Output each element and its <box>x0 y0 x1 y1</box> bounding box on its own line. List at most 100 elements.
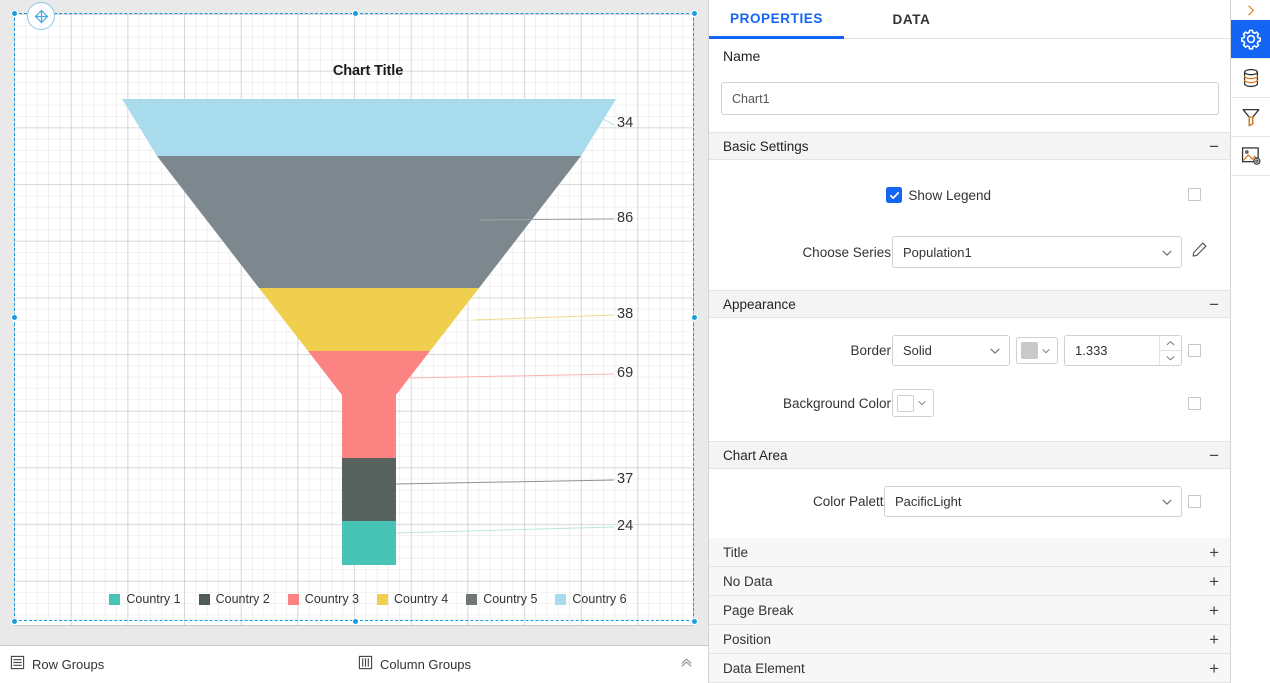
chevron-down-icon <box>1161 247 1172 258</box>
section-no-data-collapsed[interactable]: No Data + <box>709 567 1230 596</box>
name-input[interactable] <box>721 82 1219 115</box>
funnel-svg <box>122 99 616 565</box>
design-surface[interactable]: Chart Title 34 86 38 69 37 24 Country 1 … <box>0 0 708 645</box>
expand-toggle-icon[interactable]: + <box>1209 602 1219 619</box>
groups-bottom-bar: Row Groups Column Groups <box>0 645 708 683</box>
funnel-segment-country1[interactable] <box>342 521 396 565</box>
row-show-legend: Show Legend <box>709 185 1230 205</box>
section-page-break-collapsed[interactable]: Page Break + <box>709 596 1230 625</box>
legend-swatch-icon <box>109 593 121 605</box>
callout-line-37 <box>395 479 615 485</box>
data-label-1: 34 <box>617 115 634 131</box>
tab-properties[interactable]: PROPERTIES <box>709 0 844 39</box>
section-label: Page Break <box>723 602 794 618</box>
funnel-segment-country5[interactable] <box>157 156 581 288</box>
legend-label: Country 4 <box>394 592 449 606</box>
legend-swatch-icon <box>466 593 478 605</box>
choose-series-value: Population1 <box>903 244 972 260</box>
background-color-expression-checkbox[interactable] <box>1188 397 1201 410</box>
chart-legend[interactable]: Country 1 Country 2 Country 3 Country 4 <box>30 592 706 606</box>
legend-swatch-icon <box>198 593 210 605</box>
data-label-4: 69 <box>617 365 634 381</box>
legend-swatch-icon <box>287 593 299 605</box>
callout-line-24 <box>395 526 615 534</box>
callout-line-69 <box>409 373 615 379</box>
image-settings-icon[interactable] <box>1231 137 1270 176</box>
legend-swatch-icon <box>555 593 567 605</box>
section-label: Position <box>723 631 772 647</box>
funnel-segment-country2[interactable] <box>342 458 396 521</box>
stepper-up-icon[interactable] <box>1160 336 1181 351</box>
section-label: No Data <box>723 573 773 589</box>
section-chart-area-header[interactable]: Chart Area − <box>709 441 1230 469</box>
gear-icon[interactable] <box>1231 20 1270 59</box>
legend-item-country1[interactable]: Country 1 <box>109 592 181 606</box>
data-label-6: 24 <box>617 518 634 534</box>
border-style-select[interactable]: Solid <box>892 335 1010 366</box>
tab-data[interactable]: DATA <box>844 0 979 39</box>
legend-label: Country 5 <box>483 592 538 606</box>
legend-item-country5[interactable]: Country 5 <box>466 592 537 606</box>
chevron-down-icon <box>918 401 926 406</box>
column-groups-button[interactable]: Column Groups <box>358 655 471 675</box>
report-body-canvas[interactable]: Chart Title 34 86 38 69 37 24 Country 1 … <box>14 14 694 626</box>
stepper-down-icon[interactable] <box>1160 351 1181 365</box>
show-legend-expression-checkbox[interactable] <box>1188 188 1201 201</box>
background-color-picker[interactable] <box>892 389 934 417</box>
expand-toggle-icon[interactable]: + <box>1209 573 1219 590</box>
columns-icon <box>358 655 373 675</box>
collapse-toggle-icon[interactable]: − <box>1209 447 1219 464</box>
database-icon[interactable] <box>1231 59 1270 98</box>
data-label-5: 37 <box>617 471 634 487</box>
chevron-right-icon[interactable] <box>1231 0 1270 20</box>
pencil-icon[interactable] <box>1191 241 1208 263</box>
section-data-element-collapsed[interactable]: Data Element + <box>709 654 1230 683</box>
properties-panel: PROPERTIES DATA Name Basic Settings − Sh… <box>708 0 1230 683</box>
section-position-collapsed[interactable]: Position + <box>709 625 1230 654</box>
chevron-up-icon[interactable] <box>679 655 694 674</box>
border-color-picker[interactable] <box>1016 337 1058 364</box>
color-palette-select[interactable]: PacificLight <box>884 486 1182 517</box>
legend-item-country2[interactable]: Country 2 <box>198 592 270 606</box>
choose-series-label: Choose Series <box>802 244 891 260</box>
data-label-3: 38 <box>617 306 634 322</box>
section-basic-settings-header[interactable]: Basic Settings − <box>709 132 1230 160</box>
name-label: Name <box>723 48 761 64</box>
funnel-segment-country6[interactable] <box>122 99 616 156</box>
panel-tabs: PROPERTIES DATA <box>709 0 1230 39</box>
expand-toggle-icon[interactable]: + <box>1209 544 1219 561</box>
legend-item-country3[interactable]: Country 3 <box>287 592 359 606</box>
border-width-value: 1.333 <box>1075 343 1108 358</box>
legend-label: Country 6 <box>572 592 627 606</box>
color-palette-expression-checkbox[interactable] <box>1188 495 1201 508</box>
section-label: Data Element <box>723 660 805 676</box>
column-groups-label: Column Groups <box>380 657 472 672</box>
color-palette-value: PacificLight <box>895 494 962 509</box>
border-style-value: Solid <box>903 343 932 358</box>
funnel-segment-country3[interactable] <box>308 351 430 458</box>
funnel-segment-country4[interactable] <box>259 288 479 351</box>
show-legend-checkbox[interactable] <box>886 187 902 203</box>
section-title-collapsed[interactable]: Title + <box>709 538 1230 567</box>
background-color-label: Background Color <box>782 395 891 411</box>
border-expression-checkbox[interactable] <box>1188 344 1201 357</box>
data-label-2: 86 <box>617 210 634 226</box>
expand-toggle-icon[interactable]: + <box>1209 631 1219 648</box>
row-groups-button[interactable]: Row Groups <box>10 655 104 675</box>
section-label: Title <box>723 544 749 560</box>
section-appearance-header[interactable]: Appearance − <box>709 290 1230 318</box>
border-width-stepper[interactable] <box>1159 336 1181 365</box>
row-groups-label: Row Groups <box>32 657 105 672</box>
funnel-chart[interactable]: Chart Title 34 86 38 69 37 24 Country 1 … <box>30 30 706 634</box>
legend-item-country6[interactable]: Country 6 <box>555 592 627 606</box>
expand-toggle-icon[interactable]: + <box>1209 660 1219 677</box>
move-cross-icon[interactable] <box>27 2 55 30</box>
border-width-input[interactable]: 1.333 <box>1064 335 1182 366</box>
collapse-toggle-icon[interactable]: − <box>1209 138 1219 155</box>
filter-icon[interactable] <box>1231 98 1270 137</box>
color-palette-label: Color Palette <box>812 494 891 509</box>
section-title: Chart Area <box>723 447 788 463</box>
choose-series-select[interactable]: Population1 <box>892 236 1182 268</box>
legend-item-country4[interactable]: Country 4 <box>377 592 448 606</box>
collapse-toggle-icon[interactable]: − <box>1209 296 1219 313</box>
